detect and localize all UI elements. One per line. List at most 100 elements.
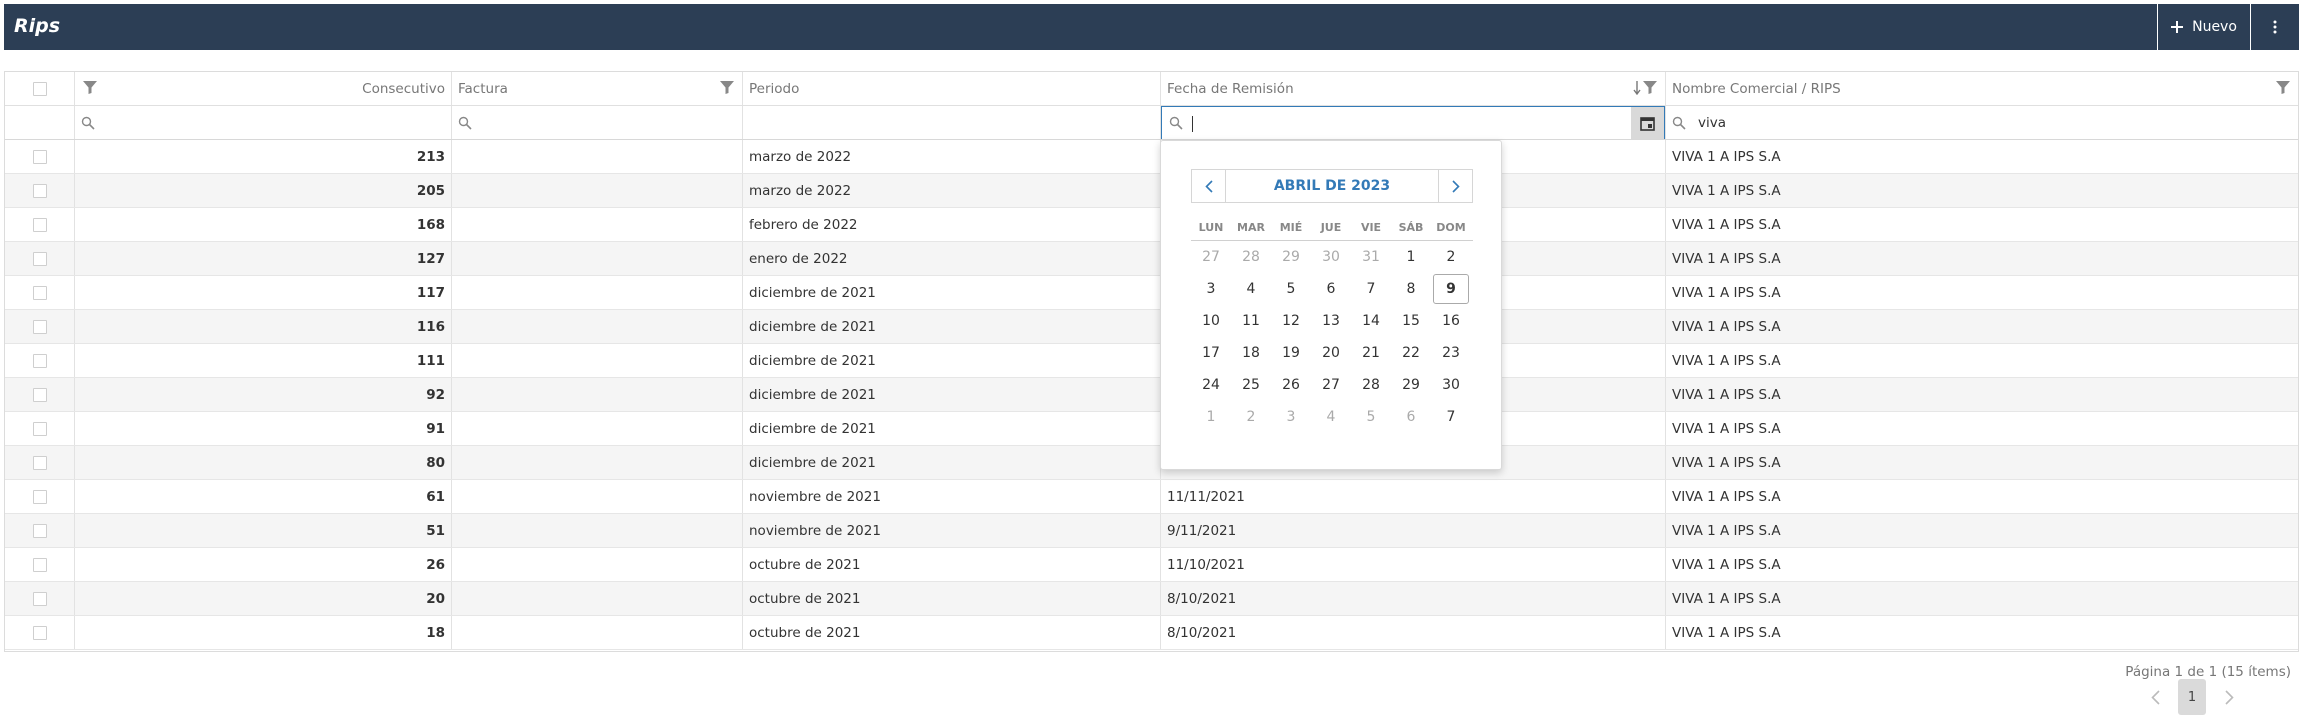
calendar-day[interactable]: 30: [1311, 241, 1351, 273]
calendar-day-number: 4: [1326, 409, 1336, 425]
calendar-day[interactable]: 5: [1271, 273, 1311, 305]
row-checkbox[interactable]: [32, 523, 47, 538]
calendar-month-title[interactable]: ABRIL DE 2023: [1225, 170, 1439, 202]
calendar-toggle-button[interactable]: [1631, 107, 1664, 139]
row-checkbox[interactable]: [32, 421, 47, 436]
calendar-day[interactable]: 26: [1271, 369, 1311, 401]
calendar-day[interactable]: 7: [1351, 273, 1391, 305]
calendar-day[interactable]: 23: [1431, 337, 1471, 369]
calendar-day[interactable]: 4: [1311, 401, 1351, 433]
calendar-day-number: 5: [1286, 281, 1296, 297]
calendar-day[interactable]: 16: [1431, 305, 1471, 337]
calendar-day[interactable]: 2: [1431, 241, 1471, 273]
filter-icon[interactable]: [2276, 81, 2290, 94]
calendar-day[interactable]: 8: [1391, 273, 1431, 305]
calendar-day[interactable]: 2: [1231, 401, 1271, 433]
table-row[interactable]: 20 octubre de 2021 8/10/2021 VIVA 1 A IPS S…: [5, 582, 2298, 616]
calendar-day[interactable]: 20: [1311, 337, 1351, 369]
calendar-day[interactable]: 25: [1231, 369, 1271, 401]
calendar-day[interactable]: 31: [1351, 241, 1391, 273]
row-checkbox[interactable]: [32, 489, 47, 504]
row-checkbox[interactable]: [32, 455, 47, 470]
filter-factura-input[interactable]: [452, 106, 743, 139]
calendar-day[interactable]: 10: [1191, 305, 1231, 337]
calendar-day[interactable]: 6: [1391, 401, 1431, 433]
calendar-day[interactable]: 19: [1271, 337, 1311, 369]
table-row[interactable]: 61 noviembre de 2021 11/11/2021 VIVA 1 A IP…: [5, 480, 2298, 514]
table-row[interactable]: 111 diciembre de 2021 VIVA 1 A IPS S.A: [5, 344, 2298, 378]
calendar-day[interactable]: 6: [1311, 273, 1351, 305]
calendar-day[interactable]: 3: [1271, 401, 1311, 433]
next-page-button[interactable]: [2216, 679, 2242, 715]
calendar-day[interactable]: 17: [1191, 337, 1231, 369]
table-row[interactable]: 91 diciembre de 2021 VIVA 1 A IPS S.A: [5, 412, 2298, 446]
table-row[interactable]: 92 diciembre de 2021 VIVA 1 A IPS S.A: [5, 378, 2298, 412]
row-checkbox[interactable]: [32, 217, 47, 232]
calendar-day[interactable]: 29: [1271, 241, 1311, 273]
new-button[interactable]: Nuevo: [2157, 4, 2249, 50]
calendar-day[interactable]: 28: [1351, 369, 1391, 401]
calendar-day[interactable]: 28: [1231, 241, 1271, 273]
calendar-day-number: 17: [1202, 345, 1220, 361]
calendar-day[interactable]: 1: [1391, 241, 1431, 273]
table-row[interactable]: 51 noviembre de 2021 9/11/2021 VIVA 1 A IPS…: [5, 514, 2298, 548]
page-number-button[interactable]: 1: [2178, 679, 2206, 715]
filter-nombre-input[interactable]: viva: [1666, 106, 2298, 139]
previous-page-button[interactable]: [2142, 679, 2168, 715]
row-checkbox[interactable]: [32, 625, 47, 640]
row-checkbox[interactable]: [32, 591, 47, 606]
filter-icon[interactable]: [1643, 81, 1657, 94]
calendar-day[interactable]: 24: [1191, 369, 1231, 401]
calendar-day[interactable]: 13: [1311, 305, 1351, 337]
table-row[interactable]: 117 diciembre de 2021 VIVA 1 A IPS S.A: [5, 276, 2298, 310]
filter-icon[interactable]: [83, 81, 97, 94]
table-row[interactable]: 127 enero de 2022 VIVA 1 A IPS S.A: [5, 242, 2298, 276]
row-checkbox[interactable]: [32, 387, 47, 402]
row-checkbox[interactable]: [32, 285, 47, 300]
calendar-day[interactable]: 29: [1391, 369, 1431, 401]
header-factura[interactable]: Factura: [452, 72, 743, 105]
row-checkbox[interactable]: [32, 557, 47, 572]
row-checkbox[interactable]: [32, 319, 47, 334]
calendar-day-today[interactable]: 9: [1431, 273, 1471, 305]
next-month-button[interactable]: [1439, 170, 1472, 202]
filter-consecutivo-input[interactable]: [75, 106, 452, 139]
calendar-day[interactable]: 27: [1311, 369, 1351, 401]
header-fecha-remision[interactable]: Fecha de Remisión: [1161, 72, 1666, 105]
calendar-day[interactable]: 21: [1351, 337, 1391, 369]
calendar-day[interactable]: 1: [1191, 401, 1231, 433]
calendar-day[interactable]: 7: [1431, 401, 1471, 433]
header-nombre-comercial[interactable]: Nombre Comercial / RIPS: [1666, 72, 2298, 105]
calendar-day[interactable]: 22: [1391, 337, 1431, 369]
cell-consecutivo: 117: [75, 276, 452, 309]
table-row[interactable]: 80 diciembre de 2021 VIVA 1 A IPS S.A: [5, 446, 2298, 480]
fecha-remision-filter-input[interactable]: [1161, 106, 1665, 139]
table-row[interactable]: 213 marzo de 2022 VIVA 1 A IPS S.A: [5, 140, 2298, 174]
calendar-day[interactable]: 5: [1351, 401, 1391, 433]
header-periodo[interactable]: Periodo: [743, 72, 1161, 105]
calendar-day[interactable]: 27: [1191, 241, 1231, 273]
row-checkbox[interactable]: [32, 353, 47, 368]
header-consecutivo[interactable]: Consecutivo: [75, 72, 452, 105]
calendar-day[interactable]: 18: [1231, 337, 1271, 369]
calendar-day[interactable]: 11: [1231, 305, 1271, 337]
sort-descending-icon[interactable]: [1633, 81, 1641, 95]
calendar-day[interactable]: 3: [1191, 273, 1231, 305]
table-row[interactable]: 168 febrero de 2022 VIVA 1 A IPS S.A: [5, 208, 2298, 242]
table-row[interactable]: 116 diciembre de 2021 VIVA 1 A IPS S.A: [5, 310, 2298, 344]
more-options-button[interactable]: [2250, 4, 2299, 50]
calendar-day[interactable]: 30: [1431, 369, 1471, 401]
row-checkbox[interactable]: [32, 149, 47, 164]
calendar-day[interactable]: 4: [1231, 273, 1271, 305]
calendar-day[interactable]: 14: [1351, 305, 1391, 337]
table-row[interactable]: 205 marzo de 2022 VIVA 1 A IPS S.A: [5, 174, 2298, 208]
table-row[interactable]: 26 octubre de 2021 11/10/2021 VIVA 1 A IPS …: [5, 548, 2298, 582]
calendar-day[interactable]: 15: [1391, 305, 1431, 337]
table-row[interactable]: 18 octubre de 2021 8/10/2021 VIVA 1 A IPS S…: [5, 616, 2298, 650]
row-checkbox[interactable]: [32, 251, 47, 266]
row-checkbox[interactable]: [32, 183, 47, 198]
previous-month-button[interactable]: [1192, 170, 1225, 202]
filter-icon[interactable]: [720, 81, 734, 94]
select-all-checkbox[interactable]: [32, 81, 47, 96]
calendar-day[interactable]: 12: [1271, 305, 1311, 337]
